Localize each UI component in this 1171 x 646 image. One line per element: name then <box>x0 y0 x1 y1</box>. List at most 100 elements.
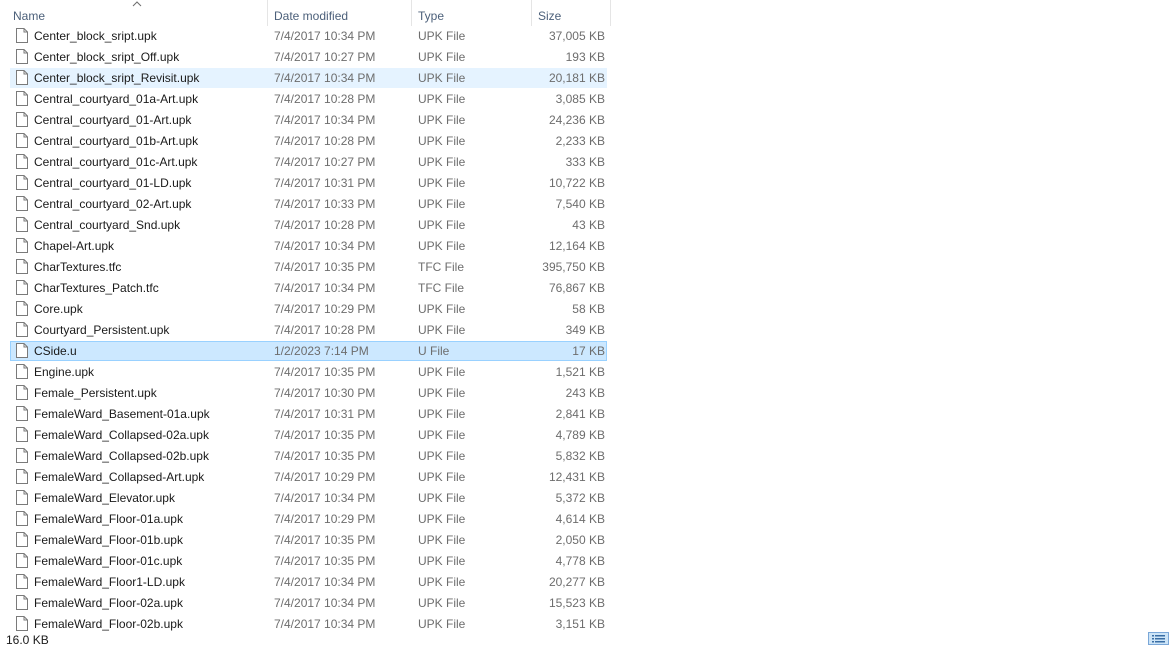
file-type: UPK File <box>418 596 466 610</box>
file-row[interactable]: Courtyard_Persistent.upk 7/4/2017 10:28 P… <box>10 320 607 340</box>
column-header-type[interactable]: Type <box>412 0 532 26</box>
file-type: UPK File <box>418 197 466 211</box>
file-name: FemaleWard_Collapsed-02b.upk <box>34 449 209 463</box>
status-bar: 16.0 KB <box>0 631 1171 646</box>
file-date-modified: 7/4/2017 10:34 PM <box>274 113 376 127</box>
file-row[interactable]: Chapel-Art.upk 7/4/2017 10:34 PM UPK File 1… <box>10 236 607 256</box>
file-date-modified: 7/4/2017 10:28 PM <box>274 218 376 232</box>
selection-size-text: 16.0 KB <box>6 633 49 646</box>
generic-file-icon <box>16 574 28 589</box>
file-name: Engine.upk <box>34 365 95 379</box>
file-row[interactable]: Center_block_sript.upk 7/4/2017 10:34 PM U… <box>10 26 607 46</box>
file-row[interactable]: Center_block_sript_Off.upk 7/4/2017 10:27… <box>10 47 607 67</box>
file-size: 58 KB <box>572 302 605 316</box>
details-view-icon[interactable] <box>1148 632 1169 645</box>
generic-file-icon <box>16 322 28 337</box>
file-row[interactable]: FemaleWard_Collapsed-Art.upk 7/4/2017 10:… <box>10 467 607 487</box>
file-row[interactable]: Central_courtyard_01a-Art.upk 7/4/2017 10… <box>10 89 607 109</box>
file-name: FemaleWard_Basement-01a.upk <box>34 407 210 421</box>
file-row[interactable]: Central_courtyard_01-LD.upk 7/4/2017 10:3… <box>10 173 607 193</box>
file-type: UPK File <box>418 575 466 589</box>
file-row[interactable]: FemaleWard_Floor1-LD.upk 7/4/2017 10:34 P… <box>10 572 607 592</box>
file-date-modified: 7/4/2017 10:31 PM <box>274 176 376 190</box>
file-row[interactable]: CharTextures.tfc 7/4/2017 10:35 PM TFC Fil… <box>10 257 607 277</box>
file-row[interactable]: CSide.u 1/2/2023 7:14 PM U File 17 KB <box>10 341 607 361</box>
file-name: CharTextures.tfc <box>34 260 122 274</box>
file-type: UPK File <box>418 323 466 337</box>
file-row[interactable]: Central_courtyard_02-Art.upk 7/4/2017 10:… <box>10 194 607 214</box>
file-size: 243 KB <box>565 386 605 400</box>
file-size: 24,236 KB <box>548 113 605 127</box>
file-type: UPK File <box>418 386 466 400</box>
file-type: UPK File <box>418 512 466 526</box>
file-type: UPK File <box>418 71 466 85</box>
file-row[interactable]: Engine.upk 7/4/2017 10:35 PM UPK File 1,521… <box>10 362 607 382</box>
file-date-modified: 7/4/2017 10:34 PM <box>274 281 376 295</box>
file-name: FemaleWard_Floor-01a.upk <box>34 512 183 526</box>
file-name: FemaleWard_Elevator.upk <box>34 491 175 505</box>
generic-file-icon <box>16 259 28 274</box>
file-date-modified: 7/4/2017 10:34 PM <box>274 596 376 610</box>
file-row[interactable]: Female_Persistent.upk 7/4/2017 10:30 PM UP… <box>10 383 607 403</box>
file-row[interactable]: Central_courtyard_01c-Art.upk 7/4/2017 10… <box>10 152 607 172</box>
file-row[interactable]: FemaleWard_Collapsed-02a.upk 7/4/2017 10:… <box>10 425 607 445</box>
file-row[interactable]: FemaleWard_Floor-02b.upk 7/4/2017 10:34 P… <box>10 614 607 631</box>
file-row[interactable]: Central_courtyard_Snd.upk 7/4/2017 10:28 … <box>10 215 607 235</box>
file-date-modified: 7/4/2017 10:34 PM <box>274 491 376 505</box>
generic-file-icon <box>16 196 28 211</box>
file-row[interactable]: Center_block_sript_Revisit.upk 7/4/2017 1… <box>10 68 607 88</box>
file-row[interactable]: Central_courtyard_01-Art.upk 7/4/2017 10:… <box>10 110 607 130</box>
file-size: 43 KB <box>572 218 605 232</box>
generic-file-icon <box>16 448 28 463</box>
file-type: UPK File <box>418 155 466 169</box>
file-row[interactable]: FemaleWard_Elevator.upk 7/4/2017 10:34 PM… <box>10 488 607 508</box>
file-row[interactable]: FemaleWard_Floor-02a.upk 7/4/2017 10:34 P… <box>10 593 607 613</box>
file-date-modified: 1/2/2023 7:14 PM <box>274 344 369 358</box>
file-type: UPK File <box>418 50 466 64</box>
file-row[interactable]: FemaleWard_Floor-01b.upk 7/4/2017 10:35 P… <box>10 530 607 550</box>
file-date-modified: 7/4/2017 10:35 PM <box>274 554 376 568</box>
file-type: UPK File <box>418 92 466 106</box>
generic-file-icon <box>16 91 28 106</box>
column-header-size-label: Size <box>538 9 562 23</box>
file-size: 395,750 KB <box>542 260 605 274</box>
file-name: CSide.u <box>34 344 77 358</box>
column-header-size[interactable]: Size <box>532 0 611 26</box>
file-date-modified: 7/4/2017 10:35 PM <box>274 365 376 379</box>
file-type: UPK File <box>418 533 466 547</box>
file-row[interactable]: CharTextures_Patch.tfc 7/4/2017 10:34 PM T… <box>10 278 607 298</box>
generic-file-icon <box>16 70 28 85</box>
file-size: 1,521 KB <box>555 365 605 379</box>
file-type: UPK File <box>418 428 466 442</box>
file-row[interactable]: FemaleWard_Floor-01c.upk 7/4/2017 10:35 P… <box>10 551 607 571</box>
generic-file-icon <box>16 511 28 526</box>
file-row[interactable]: FemaleWard_Collapsed-02b.upk 7/4/2017 10:… <box>10 446 607 466</box>
generic-file-icon <box>16 112 28 127</box>
file-date-modified: 7/4/2017 10:28 PM <box>274 323 376 337</box>
file-explorer: Name Date modified Type Size Center_bloc… <box>0 0 1171 646</box>
file-size: 2,233 KB <box>555 134 605 148</box>
generic-file-icon <box>16 595 28 610</box>
file-type: UPK File <box>418 29 466 43</box>
file-name: Chapel-Art.upk <box>34 239 115 253</box>
file-size: 2,841 KB <box>555 407 605 421</box>
file-size: 12,164 KB <box>548 239 605 253</box>
file-size: 3,085 KB <box>555 92 605 106</box>
file-row[interactable]: FemaleWard_Basement-01a.upk 7/4/2017 10:3… <box>10 404 607 424</box>
file-type: UPK File <box>418 449 466 463</box>
file-date-modified: 7/4/2017 10:27 PM <box>274 155 376 169</box>
file-date-modified: 7/4/2017 10:34 PM <box>274 239 376 253</box>
file-date-modified: 7/4/2017 10:29 PM <box>274 470 376 484</box>
file-size: 4,614 KB <box>555 512 605 526</box>
file-size: 333 KB <box>565 155 605 169</box>
file-name: FemaleWard_Collapsed-02a.upk <box>34 428 209 442</box>
file-date-modified: 7/4/2017 10:34 PM <box>274 575 376 589</box>
file-row[interactable]: FemaleWard_Floor-01a.upk 7/4/2017 10:29 P… <box>10 509 607 529</box>
file-size: 5,372 KB <box>555 491 605 505</box>
column-header-date-modified[interactable]: Date modified <box>268 0 412 26</box>
file-row[interactable]: Central_courtyard_01b-Art.upk 7/4/2017 10… <box>10 131 607 151</box>
file-row[interactable]: Core.upk 7/4/2017 10:29 PM UPK File 58 KB <box>10 299 607 319</box>
file-size: 17 KB <box>572 344 605 358</box>
file-size: 76,867 KB <box>548 281 605 295</box>
file-name: FemaleWard_Floor1-LD.upk <box>34 575 185 589</box>
